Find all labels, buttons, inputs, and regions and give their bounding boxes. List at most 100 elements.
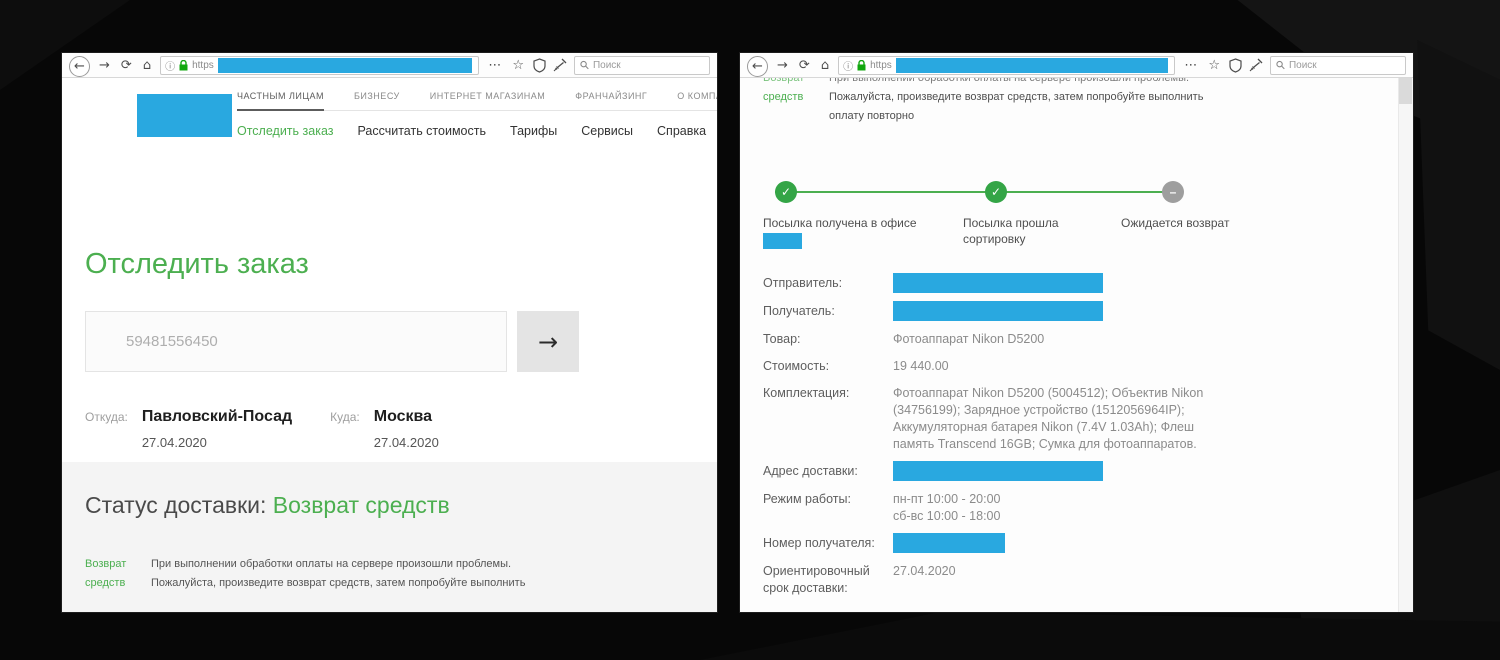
lock-icon [179,60,188,71]
detail-row-recipient-phone: Номер получателя: [763,535,1233,553]
url-bar[interactable]: ⓘ https [160,56,479,75]
forward-icon[interactable]: → [97,59,112,72]
browser-search-box[interactable] [1270,56,1406,75]
broom-icon[interactable] [1249,58,1263,72]
subnav-calc-cost[interactable]: Рассчитать стоимость [357,124,486,138]
status-label: Статус доставки: [85,492,266,518]
detail-row-cost: Стоимость: 19 440.00 [763,358,1233,375]
browser-search-box[interactable] [574,56,710,75]
nav-item-franchising[interactable]: ФРАНЧАЙЗИНГ [575,91,647,101]
browser-search-input[interactable] [593,60,704,71]
detail-row-package-contents: Комплектация: Фотоаппарат Nikon D5200 (5… [763,385,1233,453]
nav-item-about[interactable]: О КОМПАНИИ [677,91,717,101]
subnav-track-order[interactable]: Отследить заказ [237,124,333,138]
from-city: Павловский-Посад [142,408,292,426]
redacted-url [896,58,1169,73]
back-icon[interactable]: ← [69,56,90,77]
estimated-delivery-value: 27.04.2020 [893,563,1205,597]
bookmark-star-icon[interactable]: ☆ [1206,59,1222,72]
broom-icon[interactable] [553,58,567,72]
browser-toolbar: ← → ⟳ ⌂ ⓘ https ⋯ ☆ [62,53,717,78]
nav-item-business[interactable]: БИЗНЕСУ [354,91,400,101]
delivery-status-section: Статус доставки: Возврат средств Возврат… [62,462,717,612]
subnav-services[interactable]: Сервисы [581,124,633,138]
redacted-delivery-address [893,461,1103,481]
home-icon[interactable]: ⌂ [141,59,153,72]
wallpaper-polygon [1240,0,1500,60]
cost-value: 19 440.00 [893,358,1205,375]
sub-nav: Отследить заказ Рассчитать стоимость Тар… [237,111,717,138]
lock-icon [857,60,866,71]
page-actions-icon[interactable]: ⋯ [1182,59,1199,72]
browser-search-input[interactable] [1289,60,1400,71]
search-icon [1276,60,1285,70]
delivery-status-line: Статус доставки: Возврат средств [85,492,694,519]
site-info-icon[interactable]: ⓘ [843,58,853,73]
nav-item-online-stores[interactable]: ИНТЕРНЕТ МАГАЗИНАМ [430,91,546,101]
progress-line [775,191,1173,193]
detail-row-recipient: Получатель: [763,303,1233,321]
browser-window-right: ← → ⟳ ⌂ ⓘ https ⋯ ☆ [740,53,1413,612]
detail-row-product: Товар: Фотоаппарат Nikon D5200 [763,331,1233,348]
refund-note-text: Пожалуйста, произведите возврат средств,… [829,91,1323,104]
check-icon: ✓ [775,181,797,203]
subnav-tariffs[interactable]: Тарифы [510,124,557,138]
back-icon[interactable]: ← [747,56,768,77]
status-note-text: При выполнении обработки оплаты на серве… [151,558,694,571]
check-icon: ✓ [985,181,1007,203]
site-header: ЧАСТНЫМ ЛИЦАМ БИЗНЕСУ ИНТЕРНЕТ МАГАЗИНАМ… [62,78,717,138]
subnav-help[interactable]: Справка [657,124,706,138]
refund-note-label: Возврат [763,78,827,85]
to-city: Москва [374,408,439,426]
redacted-recipient [893,301,1103,321]
from-date: 27.04.2020 [142,435,292,450]
forward-icon[interactable]: → [775,59,790,72]
from-label: Откуда: [85,408,128,450]
main-nav: ЧАСТНЫМ ЛИЦАМ БИЗНЕСУ ИНТЕРНЕТ МАГАЗИНАМ… [237,78,717,111]
redacted-site-logo[interactable] [137,94,232,137]
status-note-label: средств [85,577,149,590]
from-group: Павловский-Посад 27.04.2020 [142,408,292,450]
shield-icon[interactable] [533,58,546,73]
page-content: Возврат При выполнении обработки оплаты … [740,78,1413,612]
browser-window-left: ← → ⟳ ⌂ ⓘ https ⋯ ☆ [62,53,717,612]
working-hours-weekend: сб-вс 10:00 - 18:00 [893,508,1205,525]
bookmark-star-icon[interactable]: ☆ [510,59,526,72]
status-note-text: Пожалуйста, произведите возврат средств,… [151,577,694,590]
nav-item-private[interactable]: ЧАСТНЫМ ЛИЦАМ [237,91,324,101]
redacted-sender [893,273,1103,293]
url-text: https [192,60,214,71]
url-bar[interactable]: ⓘ https [838,56,1175,75]
wallpaper-polygon [700,612,1500,660]
url-text: https [870,60,892,71]
dash-icon: – [1162,181,1184,203]
step-label-refund-pending: Ожидается возврат [1121,215,1251,231]
refund-note: Возврат При выполнении обработки оплаты … [763,78,1323,123]
shield-icon[interactable] [1229,58,1242,73]
redacted-url [218,58,473,73]
redacted-recipient-phone [893,533,1005,553]
tracking-submit-button[interactable]: → [517,311,579,372]
page-content: ЧАСТНЫМ ЛИЦАМ БИЗНЕСУ ИНТЕРНЕТ МАГАЗИНАМ… [62,78,717,612]
home-icon[interactable]: ⌂ [819,59,831,72]
detail-row-delivery-address: Адрес доставки: [763,463,1233,481]
tracking-form: → [85,311,579,372]
site-info-icon[interactable]: ⓘ [165,58,175,73]
tracking-number-input[interactable] [85,311,507,372]
reload-icon[interactable]: ⟳ [119,59,134,72]
order-details: Отправитель: Получатель: Товар: Фотоаппа… [763,275,1233,597]
redacted-office-name [763,233,802,249]
scrollbar[interactable] [1398,78,1413,612]
search-icon [580,60,589,70]
page-actions-icon[interactable]: ⋯ [486,59,503,72]
working-hours-weekdays: пн-пт 10:00 - 20:00 [893,491,1205,508]
reload-icon[interactable]: ⟳ [797,59,812,72]
status-value: Возврат средств [273,492,450,518]
package-contents-value: Фотоаппарат Nikon D5200 (5004512); Объек… [893,385,1205,453]
refund-note-label: средств [763,91,827,104]
scrollbar-thumb[interactable] [1399,78,1412,104]
route-summary: Откуда: Павловский-Посад 27.04.2020 Куда… [85,408,439,450]
page-title: Отследить заказ [85,248,309,281]
wallpaper-polygon [1408,40,1500,370]
step-label-received: Посылка получена в офисе [763,215,933,231]
